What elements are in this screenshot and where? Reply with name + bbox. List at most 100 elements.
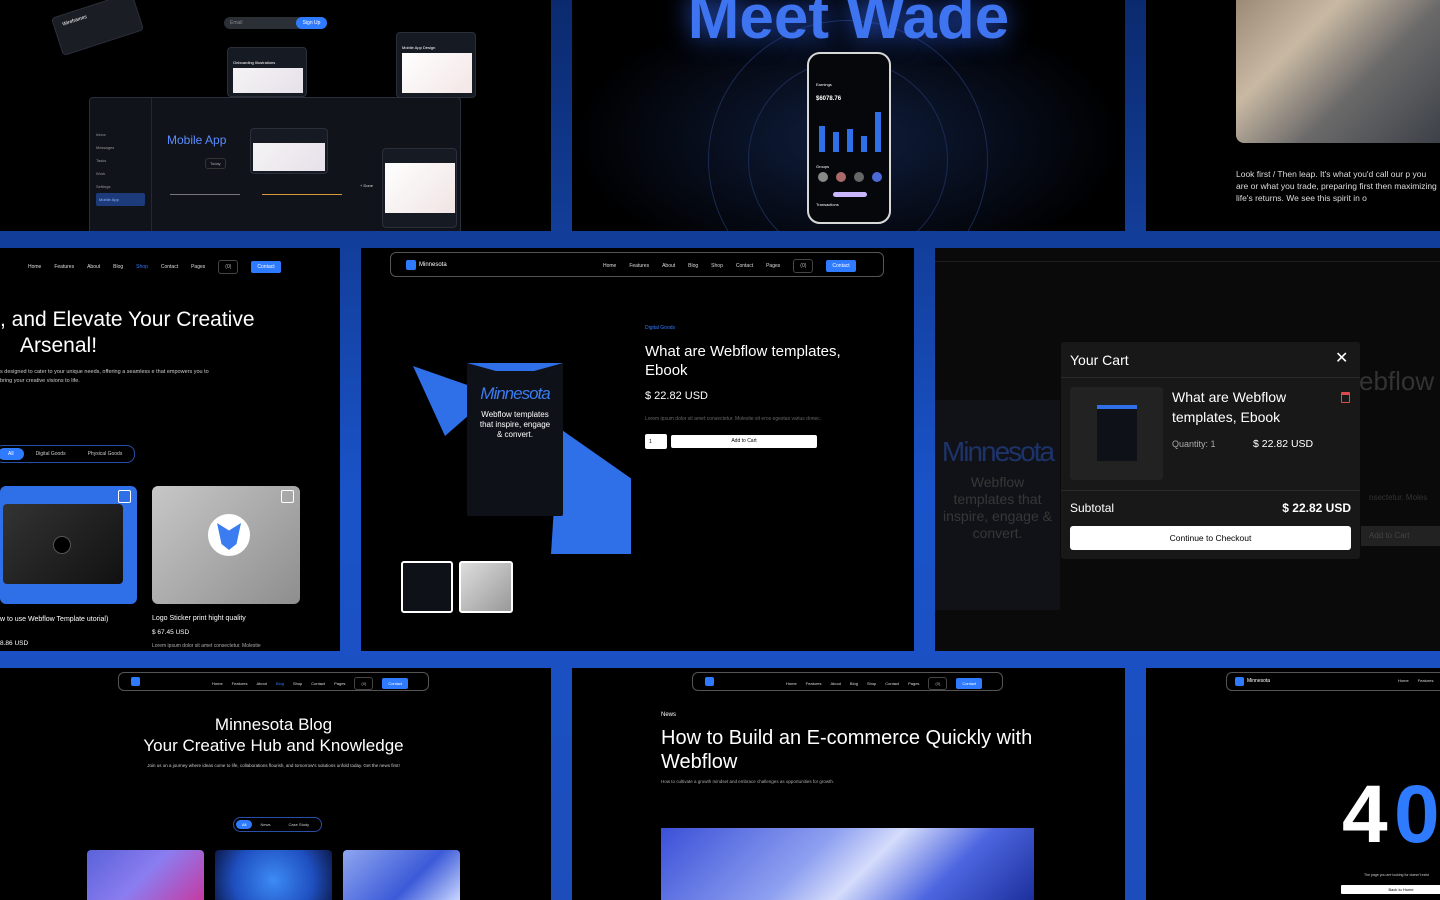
- sidebar-item-tasks[interactable]: Tasks: [96, 154, 145, 167]
- nav-contact[interactable]: Contact: [885, 681, 899, 686]
- nav-blog[interactable]: Blog: [276, 681, 284, 686]
- nav-about[interactable]: About: [830, 681, 840, 686]
- nav-pages[interactable]: Pages: [191, 264, 205, 270]
- nav-features[interactable]: Features: [232, 681, 248, 686]
- progress-line-1: [170, 194, 240, 195]
- article-tag: News: [661, 712, 677, 718]
- contact-button[interactable]: Contact: [956, 678, 983, 689]
- blog-card-image-3[interactable]: [343, 850, 460, 900]
- nav-home[interactable]: Home: [28, 264, 41, 270]
- contact-button[interactable]: Contact: [251, 261, 281, 273]
- tile-404: Minnesota Home Features 4 0 The page you…: [1146, 668, 1440, 900]
- cart-icon[interactable]: [281, 490, 294, 503]
- sidebar-item-messages[interactable]: Messages: [96, 141, 145, 154]
- cart-button[interactable]: (0): [354, 677, 374, 690]
- cart-button[interactable]: (0): [793, 259, 814, 273]
- close-icon[interactable]: ✕: [1335, 351, 1348, 367]
- sidebar-item-settings[interactable]: Settings: [96, 180, 145, 193]
- nav-pages[interactable]: Pages: [334, 681, 345, 686]
- nav-blog[interactable]: Blog: [850, 681, 858, 686]
- blog-filters: All News Case Study: [233, 817, 323, 832]
- nav-shop[interactable]: Shop: [136, 264, 148, 270]
- quantity-input[interactable]: 1: [645, 434, 667, 449]
- sidebar-item-inbox[interactable]: Inbox: [96, 128, 145, 141]
- nav-blog[interactable]: Blog: [113, 264, 123, 270]
- filter-case-study[interactable]: Case Study: [278, 820, 319, 829]
- bar-2: [833, 132, 839, 152]
- nav-contact[interactable]: Contact: [161, 264, 178, 270]
- product-card-video[interactable]: [0, 486, 137, 604]
- back-home-button[interactable]: Back to Home: [1341, 885, 1440, 894]
- today-dropdown[interactable]: Today: [205, 158, 226, 169]
- tile-shop: Home Features About Blog Shop Contact Pa…: [0, 248, 340, 651]
- nav-home[interactable]: Home: [786, 681, 797, 686]
- filter-all[interactable]: All: [236, 820, 253, 829]
- avatar[interactable]: [872, 172, 882, 182]
- nav-shop[interactable]: Shop: [711, 263, 723, 269]
- group-avatars: [818, 172, 882, 182]
- sticker-image: [208, 514, 250, 556]
- nav-home[interactable]: Home: [1398, 678, 1409, 683]
- avatar[interactable]: [854, 172, 864, 182]
- play-icon[interactable]: [53, 536, 71, 554]
- product-card-sticker[interactable]: [152, 486, 300, 604]
- brand-name[interactable]: Minnesota: [419, 262, 447, 268]
- nav-about[interactable]: About: [256, 681, 266, 686]
- add-to-cart-button[interactable]: Add to Cart: [671, 435, 817, 448]
- blog-card-image-2[interactable]: [215, 850, 332, 900]
- sidebar-item-mobile-app[interactable]: Mobile App: [96, 193, 145, 206]
- nav-about[interactable]: About: [87, 264, 100, 270]
- nav-about[interactable]: About: [662, 263, 675, 269]
- cart-button[interactable]: (0): [218, 260, 239, 274]
- phone-mockup: Earnings $6078.76 Groups Transactions: [807, 52, 891, 224]
- nav-shop[interactable]: Shop: [293, 681, 302, 686]
- thumbnail-2[interactable]: [459, 561, 513, 613]
- cart-icon[interactable]: [118, 490, 131, 503]
- nav-features[interactable]: Features: [1418, 678, 1434, 683]
- filter-all[interactable]: All: [0, 448, 24, 460]
- checkout-button[interactable]: Continue to Checkout: [1070, 526, 1351, 550]
- done-button[interactable]: + Done: [360, 183, 373, 188]
- filter-news[interactable]: News: [254, 820, 276, 829]
- thumbnail-1[interactable]: [401, 561, 453, 613]
- brand-logo-icon: [1235, 677, 1244, 686]
- article-hero-image: [661, 828, 1034, 900]
- nav-home[interactable]: Home: [212, 681, 223, 686]
- big-digit-4: 4: [1342, 769, 1388, 860]
- brand-name[interactable]: Minnesota: [1247, 678, 1270, 684]
- cart-item-title[interactable]: What are Webflow templates, Ebook: [1172, 387, 1322, 427]
- wireframes-label: Wireframes: [61, 14, 88, 28]
- nav-blog[interactable]: Blog: [688, 263, 698, 269]
- nav-pages[interactable]: Pages: [908, 681, 919, 686]
- trash-icon[interactable]: [1341, 392, 1350, 403]
- nav-contact[interactable]: Contact: [311, 681, 325, 686]
- cart-item-book: [1097, 405, 1137, 461]
- product1-title[interactable]: w to use Webflow Template utorial): [0, 615, 130, 625]
- avatar[interactable]: [818, 172, 828, 182]
- nav-shop[interactable]: Shop: [867, 681, 876, 686]
- onboarding-label: Onboarding Illustrations: [233, 60, 276, 65]
- product2-title[interactable]: Logo Sticker print hight quality: [152, 615, 246, 622]
- nav-features[interactable]: Features: [629, 263, 649, 269]
- contact-button[interactable]: Contact: [382, 678, 409, 689]
- nav-pages[interactable]: Pages: [766, 263, 780, 269]
- cart-button[interactable]: (0): [928, 677, 948, 690]
- app-window: Inbox Messages Tasks Work Settings Mobil…: [89, 97, 461, 231]
- blog-title-1: Minnesota Blog: [214, 715, 333, 734]
- nav-contact[interactable]: Contact: [736, 263, 753, 269]
- avatar[interactable]: [836, 172, 846, 182]
- blog-card-image-1[interactable]: [87, 850, 204, 900]
- signup-button[interactable]: Sign Up: [296, 17, 327, 29]
- nav-features[interactable]: Features: [806, 681, 822, 686]
- filter-physical[interactable]: Physical Goods: [78, 448, 133, 460]
- sidebar-item-work[interactable]: Work: [96, 167, 145, 180]
- nav-home[interactable]: Home: [603, 263, 616, 269]
- bar-1: [819, 126, 825, 152]
- contact-button[interactable]: Contact: [826, 260, 856, 272]
- filter-digital[interactable]: Digital Goods: [26, 448, 76, 460]
- mobile-design-label: Mobile App Design: [402, 45, 436, 50]
- nav-features[interactable]: Features: [54, 264, 74, 270]
- tile-article: Home Features About Blog Shop Contact Pa…: [572, 668, 1125, 900]
- pill-button[interactable]: [833, 192, 867, 197]
- bg-book-brand: Minnesota: [941, 436, 1055, 467]
